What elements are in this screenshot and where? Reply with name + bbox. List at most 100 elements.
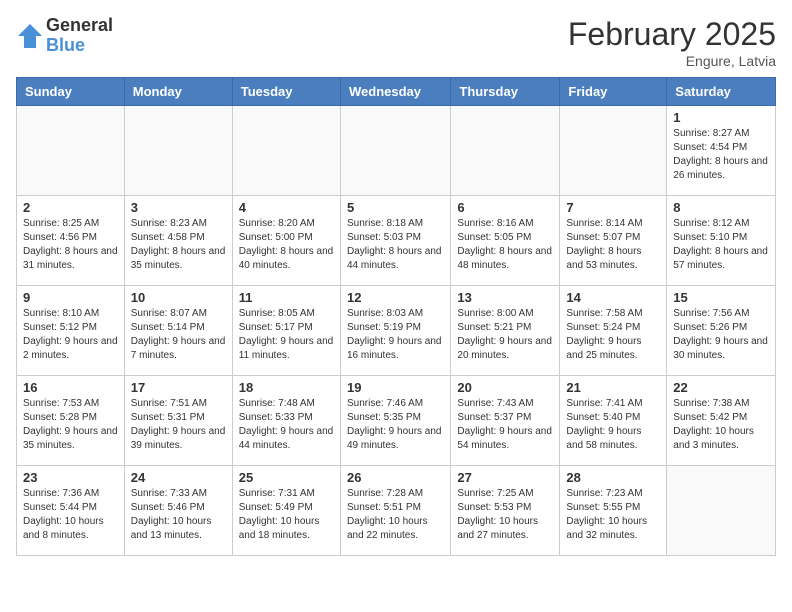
logo-general-text: General — [46, 16, 113, 36]
location-text: Engure, Latvia — [568, 53, 776, 69]
calendar-header-row: SundayMondayTuesdayWednesdayThursdayFrid… — [17, 78, 776, 106]
day-info: Sunrise: 8:07 AM Sunset: 5:14 PM Dayligh… — [131, 307, 226, 363]
calendar-cell: 10 Sunrise: 8:07 AM Sunset: 5:14 PM Dayli… — [124, 286, 232, 376]
day-number: 2 — [23, 200, 118, 215]
day-info: Sunrise: 7:25 AM Sunset: 5:53 PM Dayligh… — [457, 487, 553, 543]
calendar-cell: 27 Sunrise: 7:25 AM Sunset: 5:53 PM Dayli… — [451, 466, 560, 556]
calendar-cell: 20Sunrise: 7:43 AM Sunset: 5:37 PM Dayli… — [451, 376, 560, 466]
day-info: Sunrise: 7:41 AM Sunset: 5:40 PM Dayligh… — [566, 397, 660, 453]
day-number: 27 — [457, 470, 553, 485]
calendar-cell — [232, 106, 340, 196]
calendar-week-row: 23 Sunrise: 7:36 AM Sunset: 5:44 PM Dayli… — [17, 466, 776, 556]
day-info: Sunrise: 7:48 AM Sunset: 5:33 PM Dayligh… — [239, 397, 334, 453]
day-info: Sunrise: 8:03 AM Sunset: 5:19 PM Dayligh… — [347, 307, 444, 363]
day-number: 6 — [457, 200, 553, 215]
calendar-cell: 11 Sunrise: 8:05 AM Sunset: 5:17 PM Dayli… — [232, 286, 340, 376]
day-info: Sunrise: 8:14 AM Sunset: 5:07 PM Dayligh… — [566, 217, 660, 273]
calendar-cell — [560, 106, 667, 196]
day-info: Sunrise: 7:28 AM Sunset: 5:51 PM Dayligh… — [347, 487, 444, 543]
day-number: 22 — [673, 380, 769, 395]
logo: General Blue — [16, 16, 113, 56]
day-info: Sunrise: 8:16 AM Sunset: 5:05 PM Dayligh… — [457, 217, 553, 273]
day-number: 14 — [566, 290, 660, 305]
day-info: Sunrise: 7:33 AM Sunset: 5:46 PM Dayligh… — [131, 487, 226, 543]
calendar-cell — [124, 106, 232, 196]
day-info: Sunrise: 8:10 AM Sunset: 5:12 PM Dayligh… — [23, 307, 118, 363]
calendar-cell: 12Sunrise: 8:03 AM Sunset: 5:19 PM Dayli… — [340, 286, 450, 376]
day-number: 17 — [131, 380, 226, 395]
day-number: 25 — [239, 470, 334, 485]
col-header-tuesday: Tuesday — [232, 78, 340, 106]
day-info: Sunrise: 7:53 AM Sunset: 5:28 PM Dayligh… — [23, 397, 118, 453]
day-info: Sunrise: 7:36 AM Sunset: 5:44 PM Dayligh… — [23, 487, 118, 543]
calendar-cell: 3 Sunrise: 8:23 AM Sunset: 4:58 PM Daylig… — [124, 196, 232, 286]
day-info: Sunrise: 8:05 AM Sunset: 5:17 PM Dayligh… — [239, 307, 334, 363]
day-info: Sunrise: 8:00 AM Sunset: 5:21 PM Dayligh… — [457, 307, 553, 363]
month-title: February 2025 — [568, 16, 776, 53]
calendar-cell: 5 Sunrise: 8:18 AM Sunset: 5:03 PM Daylig… — [340, 196, 450, 286]
calendar-cell: 16 Sunrise: 7:53 AM Sunset: 5:28 PM Dayli… — [17, 376, 125, 466]
calendar-table: SundayMondayTuesdayWednesdayThursdayFrid… — [16, 77, 776, 556]
calendar-cell: 21 Sunrise: 7:41 AM Sunset: 5:40 PM Dayli… — [560, 376, 667, 466]
day-info: Sunrise: 8:23 AM Sunset: 4:58 PM Dayligh… — [131, 217, 226, 273]
day-number: 28 — [566, 470, 660, 485]
calendar-cell: 18Sunrise: 7:48 AM Sunset: 5:33 PM Dayli… — [232, 376, 340, 466]
day-info: Sunrise: 7:31 AM Sunset: 5:49 PM Dayligh… — [239, 487, 334, 543]
day-number: 13 — [457, 290, 553, 305]
page-header: General Blue February 2025 Engure, Latvi… — [16, 16, 776, 69]
day-info: Sunrise: 7:51 AM Sunset: 5:31 PM Dayligh… — [131, 397, 226, 453]
day-info: Sunrise: 8:12 AM Sunset: 5:10 PM Dayligh… — [673, 217, 769, 273]
day-number: 11 — [239, 290, 334, 305]
day-number: 8 — [673, 200, 769, 215]
day-info: Sunrise: 8:25 AM Sunset: 4:56 PM Dayligh… — [23, 217, 118, 273]
calendar-cell: 24 Sunrise: 7:33 AM Sunset: 5:46 PM Dayli… — [124, 466, 232, 556]
day-number: 4 — [239, 200, 334, 215]
calendar-cell — [451, 106, 560, 196]
day-info: Sunrise: 7:56 AM Sunset: 5:26 PM Dayligh… — [673, 307, 769, 363]
calendar-cell: 19 Sunrise: 7:46 AM Sunset: 5:35 PM Dayli… — [340, 376, 450, 466]
calendar-cell: 14 Sunrise: 7:58 AM Sunset: 5:24 PM Dayli… — [560, 286, 667, 376]
calendar-week-row: 2 Sunrise: 8:25 AM Sunset: 4:56 PM Daylig… — [17, 196, 776, 286]
day-info: Sunrise: 8:20 AM Sunset: 5:00 PM Dayligh… — [239, 217, 334, 273]
col-header-thursday: Thursday — [451, 78, 560, 106]
day-number: 3 — [131, 200, 226, 215]
day-number: 16 — [23, 380, 118, 395]
day-number: 7 — [566, 200, 660, 215]
day-info: Sunrise: 7:38 AM Sunset: 5:42 PM Dayligh… — [673, 397, 769, 453]
calendar-week-row: 16 Sunrise: 7:53 AM Sunset: 5:28 PM Dayli… — [17, 376, 776, 466]
day-number: 5 — [347, 200, 444, 215]
col-header-saturday: Saturday — [667, 78, 776, 106]
logo-icon — [16, 22, 44, 50]
calendar-cell: 4 Sunrise: 8:20 AM Sunset: 5:00 PM Daylig… — [232, 196, 340, 286]
day-number: 10 — [131, 290, 226, 305]
day-number: 20 — [457, 380, 553, 395]
day-number: 26 — [347, 470, 444, 485]
day-number: 23 — [23, 470, 118, 485]
calendar-cell: 6 Sunrise: 8:16 AM Sunset: 5:05 PM Daylig… — [451, 196, 560, 286]
title-block: February 2025 Engure, Latvia — [568, 16, 776, 69]
day-number: 19 — [347, 380, 444, 395]
col-header-monday: Monday — [124, 78, 232, 106]
calendar-cell: 7 Sunrise: 8:14 AM Sunset: 5:07 PM Daylig… — [560, 196, 667, 286]
day-number: 15 — [673, 290, 769, 305]
col-header-wednesday: Wednesday — [340, 78, 450, 106]
day-info: Sunrise: 8:18 AM Sunset: 5:03 PM Dayligh… — [347, 217, 444, 273]
calendar-cell — [667, 466, 776, 556]
calendar-cell — [17, 106, 125, 196]
calendar-cell: 26 Sunrise: 7:28 AM Sunset: 5:51 PM Dayli… — [340, 466, 450, 556]
day-number: 1 — [673, 110, 769, 125]
day-info: Sunrise: 7:58 AM Sunset: 5:24 PM Dayligh… — [566, 307, 660, 363]
day-number: 9 — [23, 290, 118, 305]
calendar-cell: 9 Sunrise: 8:10 AM Sunset: 5:12 PM Daylig… — [17, 286, 125, 376]
day-number: 24 — [131, 470, 226, 485]
col-header-sunday: Sunday — [17, 78, 125, 106]
calendar-cell: 23 Sunrise: 7:36 AM Sunset: 5:44 PM Dayli… — [17, 466, 125, 556]
day-info: Sunrise: 7:46 AM Sunset: 5:35 PM Dayligh… — [347, 397, 444, 453]
col-header-friday: Friday — [560, 78, 667, 106]
day-number: 21 — [566, 380, 660, 395]
calendar-cell — [340, 106, 450, 196]
calendar-cell: 22 Sunrise: 7:38 AM Sunset: 5:42 PM Dayli… — [667, 376, 776, 466]
day-info: Sunrise: 8:27 AM Sunset: 4:54 PM Dayligh… — [673, 127, 769, 183]
calendar-cell: 17 Sunrise: 7:51 AM Sunset: 5:31 PM Dayli… — [124, 376, 232, 466]
calendar-cell: 2 Sunrise: 8:25 AM Sunset: 4:56 PM Daylig… — [17, 196, 125, 286]
